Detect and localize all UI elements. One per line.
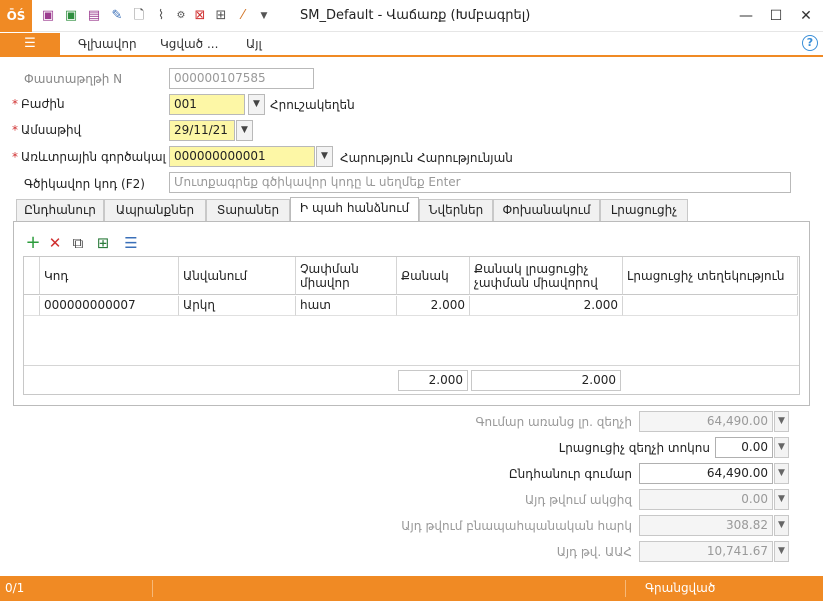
department-desc: Հրուշակեղեն [270, 98, 355, 112]
status-state: Գրանցված [645, 581, 716, 595]
tab-gifts[interactable]: Նվերներ [419, 199, 493, 222]
total-label: Ընդհանուր գումար [508, 467, 632, 481]
app-logo-icon[interactable]: ŌŚ [0, 0, 32, 32]
maximize-button[interactable]: ☐ [765, 5, 787, 27]
env-tax-dropdown-icon: ▼ [774, 515, 789, 536]
tab-containers[interactable]: Տարաներ [206, 199, 290, 222]
department-label: * Բաժին [12, 97, 65, 111]
save-icon[interactable]: ▣ [40, 8, 56, 24]
column-header[interactable]: Անվանում [179, 257, 296, 295]
close-button[interactable]: ✕ [795, 5, 817, 27]
barcode-input[interactable]: Մուտքագրեք գծիկավոր կոդը և սեղմեք Enter [169, 172, 791, 193]
extra-discount-field[interactable]: 0.00 [715, 437, 773, 458]
add-row-icon[interactable]: + [25, 234, 41, 252]
extra-discount-dropdown-icon[interactable]: ▼ [774, 437, 789, 458]
row-selector[interactable] [24, 296, 40, 316]
excise-label: Այդ թվում ակցիզ [524, 493, 632, 507]
edit-icon[interactable]: ✎ [109, 8, 125, 24]
vat-label: Այդ թվ. ԱԱՀ [556, 545, 632, 559]
table-cell[interactable]: 2.000 [470, 296, 623, 316]
menu-hamburger-icon[interactable]: ☰ [0, 33, 60, 55]
total-qty-extra: 2.000 [471, 370, 621, 391]
partner-field[interactable]: 000000000001 [169, 146, 315, 167]
sum-no-discount-dropdown-icon: ▼ [774, 411, 789, 432]
table-cell[interactable]: 2.000 [397, 296, 470, 316]
status-bar: 0/1 Գրանցված [0, 576, 823, 601]
barcode-label: Գծիկավոր կոդ (F2) [24, 177, 145, 191]
table-cell[interactable]: հատ [296, 296, 397, 316]
department-field[interactable]: 001 [169, 94, 245, 115]
list-icon[interactable]: ☰ [123, 235, 139, 251]
total-dropdown-icon[interactable]: ▼ [774, 463, 789, 484]
vat-dropdown-icon: ▼ [774, 541, 789, 562]
table-cell[interactable]: Արկղ [179, 296, 296, 316]
record-counter: 0/1 [5, 581, 25, 595]
total-field: 64,490.00 [639, 463, 773, 484]
excise-field: 0.00 [639, 489, 773, 510]
column-header[interactable]: Կոդ [40, 257, 179, 295]
document-icon[interactable]: 🗋 [131, 8, 147, 24]
title-bar: ŌŚ ▣ ▣ ▤ ✎ 🗋 ⌇ ⚙ ⊠ ⊞ ⁄ ▼ SM_Default - Վա… [0, 0, 823, 32]
items-grid: Կոդ Անվանում Չափման միավոր Քանակ Քանակ լ… [23, 256, 800, 395]
status-divider [152, 580, 153, 597]
column-header[interactable]: Չափման միավոր [296, 257, 397, 295]
env-tax-field: 308.82 [639, 515, 773, 536]
partner-desc: Հարություն Հարությունյան [340, 151, 513, 165]
table-cell[interactable] [623, 296, 798, 316]
menu-main[interactable]: Գլխավոր [78, 37, 137, 51]
copy-row-icon[interactable]: ⧉ [70, 235, 86, 251]
options-icon[interactable]: ⚙ [173, 8, 189, 24]
delete-row-icon[interactable]: ✕ [47, 235, 63, 251]
total-qty: 2.000 [398, 370, 468, 391]
status-divider [625, 580, 626, 597]
tab-additional[interactable]: Լրացուցիչ [600, 199, 688, 222]
insert-row-icon[interactable]: ⊞ [95, 235, 111, 251]
column-header[interactable]: Քանակ լրացուցիչ չափման միավորով [470, 257, 623, 295]
tab-exchange[interactable]: Փոխանակում [493, 199, 600, 222]
env-tax-label: Այդ թվում բնապահպանական հարկ [401, 519, 632, 533]
more-icon[interactable]: ▼ [256, 8, 272, 24]
doc-number-field[interactable]: 000000107585 [169, 68, 314, 89]
grid-row-header [24, 257, 40, 295]
menu-bar: ☰ Գլխավոր Կցված ... Այլ ? [0, 33, 823, 57]
column-header[interactable]: Լրացուցիչ տեղեկություն [623, 257, 798, 295]
sum-no-discount-label: Գումար առանց լր. զեղչի [475, 415, 632, 429]
extra-discount-label: Լրացուցիչ զեղչի տոկոս [558, 441, 710, 455]
vat-field: 10,741.67 [639, 541, 773, 562]
save-close-icon[interactable]: ▣ [63, 8, 79, 24]
sum-no-discount-field: 64,490.00 [639, 411, 773, 432]
delete-grid-icon[interactable]: ⊠ [192, 8, 208, 24]
column-header[interactable]: Քանակ [397, 257, 470, 295]
window-title: SM_Default - Վաճառք (Խմբագրել) [300, 8, 531, 23]
excise-dropdown-icon: ▼ [774, 489, 789, 510]
magic-wand-icon[interactable]: ⁄ [235, 8, 251, 24]
help-icon[interactable]: ? [802, 35, 818, 51]
partner-dropdown-icon[interactable]: ▼ [316, 146, 333, 167]
table-cell[interactable]: 000000000007 [40, 296, 179, 316]
tab-products[interactable]: Ապրանքներ [104, 199, 206, 222]
menu-attached[interactable]: Կցված ... [160, 37, 218, 51]
doc-number-label: Փաստաթղթի N [24, 72, 123, 86]
menu-other[interactable]: Այլ [246, 37, 262, 51]
grid-footer-divider [24, 365, 799, 366]
minimize-button[interactable]: — [735, 5, 757, 27]
date-dropdown-icon[interactable]: ▼ [236, 120, 253, 141]
tab-deposit[interactable]: Ի պահ հանձնում [290, 197, 419, 222]
attach-icon[interactable]: ⌇ [153, 8, 169, 24]
date-label: * Ամսաթիվ [12, 123, 82, 137]
save-copy-icon[interactable]: ▤ [86, 8, 102, 24]
tab-general[interactable]: Ընդհանուր [16, 199, 104, 222]
grid-icon[interactable]: ⊞ [213, 8, 229, 24]
date-field[interactable]: 29/11/21 [169, 120, 235, 141]
department-dropdown-icon[interactable]: ▼ [248, 94, 265, 115]
partner-label: * Առևտրային գործակալ [12, 150, 166, 164]
